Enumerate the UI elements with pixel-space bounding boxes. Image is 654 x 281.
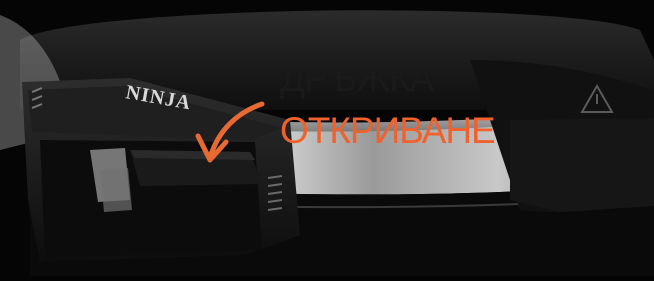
caption-line-2: ОТКРИВАНЕ [280, 110, 496, 151]
caption-line-1: ДРЪЖКА [280, 58, 434, 99]
